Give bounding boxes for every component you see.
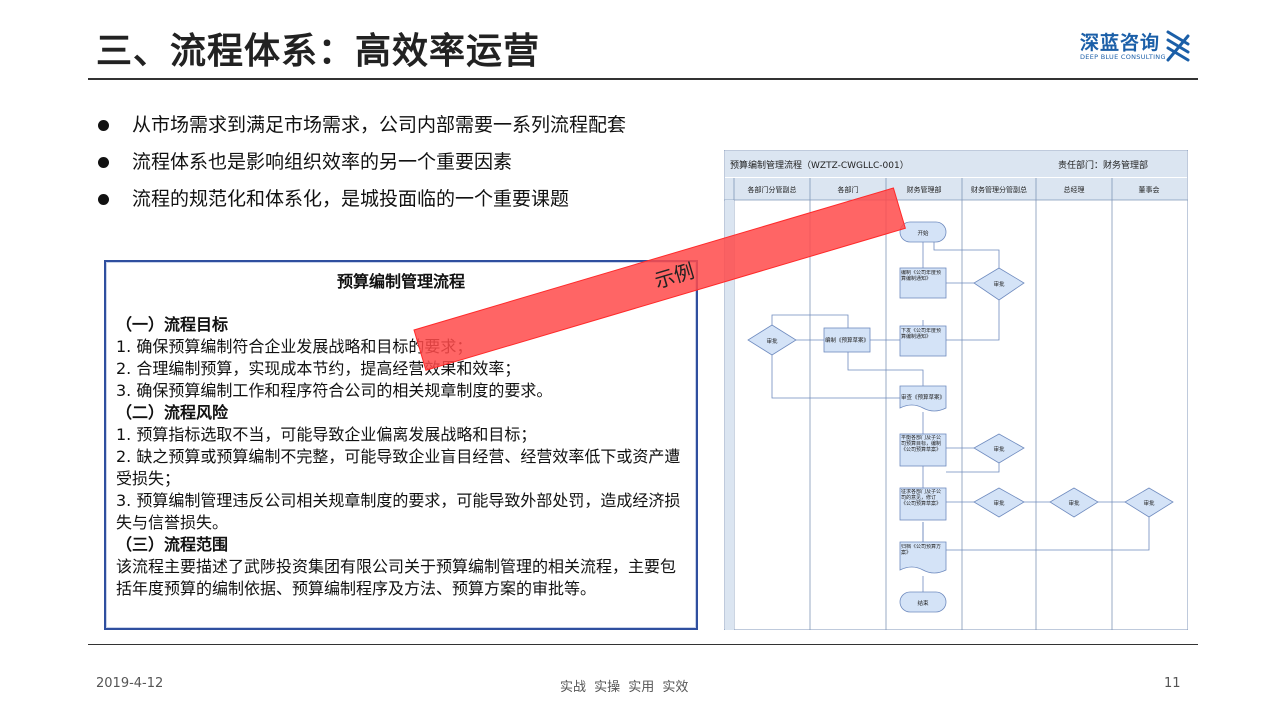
footer-divider: [88, 644, 1198, 645]
example-banner-layer: 示例: [413, 187, 906, 371]
example-banner: 示例: [413, 187, 906, 371]
footer-slogan: 实战 实操 实用 实效: [560, 680, 689, 695]
page-number: 11: [1164, 676, 1181, 691]
footer-date: 2019-4-12: [96, 676, 164, 691]
